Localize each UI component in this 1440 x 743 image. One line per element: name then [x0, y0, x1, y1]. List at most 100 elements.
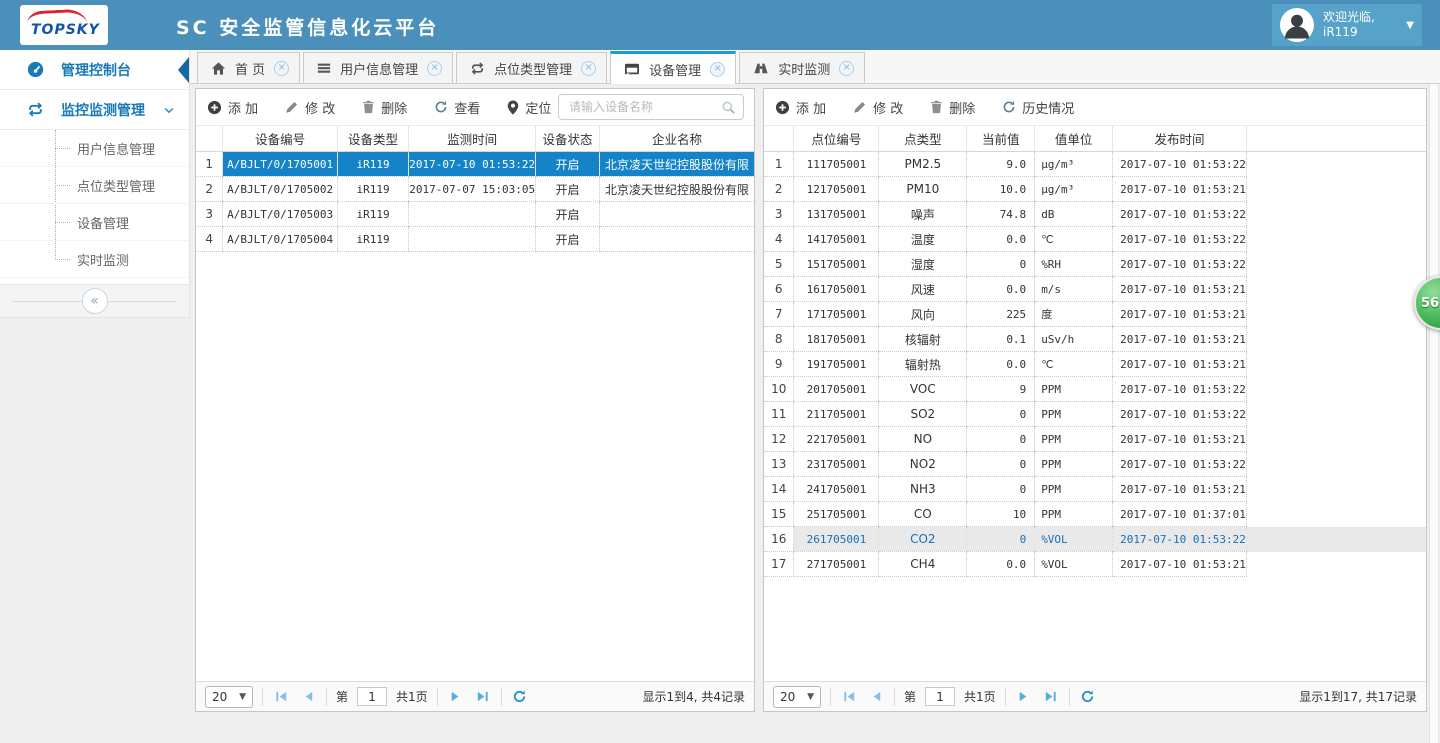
delete-button[interactable]: 删除 — [362, 98, 407, 117]
col-device-type: 设备类型 — [337, 126, 408, 152]
col-filler — [1246, 126, 1426, 152]
cell-unit: μg/m³ — [1035, 152, 1113, 177]
device-table-row[interactable]: 2A/BJLT/0/1705002iR1192017-07-07 15:03:0… — [196, 177, 754, 202]
history-button[interactable]: 历史情况 — [1002, 98, 1074, 117]
cell-num: 4 — [764, 227, 794, 252]
cell-status: 开启 — [536, 177, 600, 202]
edit-button[interactable]: 修 改 — [853, 98, 903, 117]
cell-unit: ℃ — [1035, 352, 1113, 377]
page-scrollbar-track[interactable] — [1429, 84, 1439, 743]
col-device-code: 设备编号 — [223, 126, 338, 152]
realtime-table-row[interactable]: 6161705001风速0.0m/s2017-07-10 01:53:21 — [764, 277, 1426, 302]
cell-unit: PPM — [1035, 377, 1113, 402]
cell-unit: %RH — [1035, 252, 1113, 277]
realtime-table-row[interactable]: 4141705001温度0.0℃2017-07-10 01:53:22 — [764, 227, 1426, 252]
records-summary: 显示1到4, 共4记录 — [642, 688, 745, 705]
realtime-table-row[interactable]: 15251705001CO10PPM2017-07-10 01:37:01 — [764, 502, 1426, 527]
cell-filler — [1246, 502, 1426, 527]
cell-point_id: 211705001 — [794, 402, 879, 427]
add-button[interactable]: 添 加 — [775, 98, 826, 117]
realtime-table-row[interactable]: 13231705001NO20PPM2017-07-10 01:53:22 — [764, 452, 1426, 477]
realtime-table-row[interactable]: 16261705001CO20%VOL2017-07-10 01:53:22 — [764, 527, 1426, 552]
page-number-input[interactable] — [925, 687, 955, 706]
page-size-select[interactable]: 20▼ — [773, 686, 821, 708]
close-icon[interactable]: × — [710, 62, 725, 77]
next-page-button[interactable] — [447, 688, 465, 706]
sidebar-item-realtime-monitor[interactable]: 实时监测 — [0, 241, 189, 278]
cell-point_type: NO — [879, 427, 967, 452]
prev-page-button[interactable] — [299, 688, 317, 706]
close-icon[interactable]: × — [839, 61, 854, 76]
realtime-table-row[interactable]: 8181705001核辐射0.1uSv/h2017-07-10 01:53:21 — [764, 327, 1426, 352]
sidebar-item-point-type-mgmt[interactable]: 点位类型管理 — [0, 167, 189, 204]
realtime-table-row[interactable]: 9191705001辐射热0.0℃2017-07-10 01:53:21 — [764, 352, 1426, 377]
page-size-select[interactable]: 20▼ — [205, 686, 253, 708]
cell-filler — [1246, 202, 1426, 227]
realtime-table-row[interactable]: 11211705001SO20PPM2017-07-10 01:53:22 — [764, 402, 1426, 427]
prev-page-button[interactable] — [867, 688, 885, 706]
search-input[interactable] — [569, 100, 721, 114]
cell-num: 2 — [764, 177, 794, 202]
locate-button[interactable]: 定位 — [507, 98, 551, 117]
trash-icon — [930, 100, 943, 114]
search-icon[interactable] — [721, 100, 736, 115]
cell-code: A/BJLT/0/1705002 — [223, 177, 338, 202]
tab-device-mgmt[interactable]: 设备管理 × — [610, 51, 736, 84]
cell-point_type: CO2 — [879, 527, 967, 552]
realtime-table-row[interactable]: 3131705001噪声74.8dB2017-07-10 01:53:22 — [764, 202, 1426, 227]
page-number-input[interactable] — [357, 687, 387, 706]
close-icon[interactable]: × — [274, 61, 289, 76]
realtime-table-row[interactable]: 17271705001CH40.0%VOL2017-07-10 01:53:21 — [764, 552, 1426, 577]
tab-point-type-mgmt[interactable]: 点位类型管理 × — [456, 52, 607, 83]
first-page-button[interactable] — [840, 688, 858, 706]
cell-company: 北京凌天世纪控股股份有限 — [599, 177, 754, 202]
page-prefix-label: 第 — [904, 688, 916, 705]
user-menu[interactable]: 欢迎光临, iR119 ▼ — [1272, 4, 1422, 46]
cell-code: A/BJLT/0/1705004 — [223, 227, 338, 252]
cell-num: 17 — [764, 552, 794, 577]
reload-icon[interactable] — [1079, 688, 1097, 706]
realtime-table-row[interactable]: 5151705001湿度0%RH2017-07-10 01:53:22 — [764, 252, 1426, 277]
realtime-table-row[interactable]: 12221705001NO0PPM2017-07-10 01:53:21 — [764, 427, 1426, 452]
realtime-table-row[interactable]: 7171705001风向225度2017-07-10 01:53:21 — [764, 302, 1426, 327]
tab-home[interactable]: 首 页 × — [197, 52, 300, 83]
last-page-button[interactable] — [474, 688, 492, 706]
sidebar-item-monitor-mgmt[interactable]: 监控监测管理 — [0, 90, 189, 130]
realtime-table-row[interactable]: 14241705001NH30PPM2017-07-10 01:53:21 — [764, 477, 1426, 502]
cell-point_id: 231705001 — [794, 452, 879, 477]
next-page-button[interactable] — [1015, 688, 1033, 706]
realtime-table-row[interactable]: 10201705001VOC9PPM2017-07-10 01:53:22 — [764, 377, 1426, 402]
device-table-row[interactable]: 4A/BJLT/0/1705004iR119开启 — [196, 227, 754, 252]
add-button[interactable]: 添 加 — [207, 98, 258, 117]
reload-icon[interactable] — [511, 688, 529, 706]
cell-unit: %VOL — [1035, 527, 1113, 552]
cell-type: iR119 — [337, 202, 408, 227]
close-icon[interactable]: × — [581, 61, 596, 76]
sidebar-item-device-mgmt[interactable]: 设备管理 — [0, 204, 189, 241]
records-summary: 显示1到17, 共17记录 — [1299, 688, 1417, 705]
device-table-row[interactable]: 3A/BJLT/0/1705003iR119开启 — [196, 202, 754, 227]
cell-point_id: 251705001 — [794, 502, 879, 527]
tab-realtime-monitor[interactable]: 实时监测 × — [739, 52, 865, 83]
last-page-button[interactable] — [1042, 688, 1060, 706]
sidebar-item-dashboard[interactable]: 管理控制台 — [0, 50, 189, 90]
cell-unit: PPM — [1035, 502, 1113, 527]
realtime-table-header: 点位编号 点类型 当前值 值单位 发布时间 — [764, 126, 1426, 152]
realtime-table-row[interactable]: 2121705001PM1010.0μg/m³2017-07-10 01:53:… — [764, 177, 1426, 202]
edit-button[interactable]: 修 改 — [285, 98, 335, 117]
collapse-sidebar-button[interactable]: « — [82, 288, 108, 314]
device-table-row[interactable]: 1A/BJLT/0/1705001iR1192017-07-10 01:53:2… — [196, 152, 754, 177]
tab-user-info-mgmt[interactable]: 用户信息管理 × — [303, 52, 453, 83]
sidebar-item-user-info-mgmt[interactable]: 用户信息管理 — [0, 130, 189, 167]
realtime-table-row[interactable]: 1111705001PM2.59.0μg/m³2017-07-10 01:53:… — [764, 152, 1426, 177]
first-page-button[interactable] — [272, 688, 290, 706]
cell-point_id: 181705001 — [794, 327, 879, 352]
cell-time — [409, 202, 536, 227]
cell-point_id: 201705001 — [794, 377, 879, 402]
view-button[interactable]: 查看 — [434, 98, 480, 117]
cell-unit: ℃ — [1035, 227, 1113, 252]
col-company-name: 企业名称 — [599, 126, 754, 152]
sidebar-submenu: 用户信息管理 点位类型管理 设备管理 实时监测 — [0, 130, 189, 284]
delete-button[interactable]: 删除 — [930, 98, 975, 117]
close-icon[interactable]: × — [427, 61, 442, 76]
